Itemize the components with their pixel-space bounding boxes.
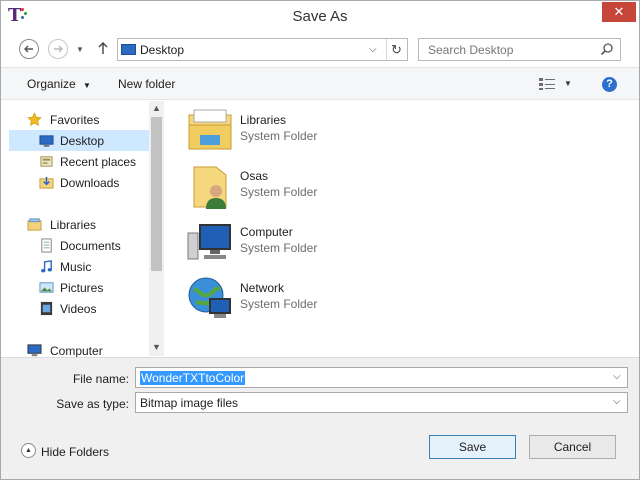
user-folder-icon (193, 166, 227, 209)
navigation-pane: Favorites Desktop Recent places Download… (1, 101, 164, 358)
list-item-libraries[interactable]: Libraries System Folder (186, 107, 386, 157)
save-type-select[interactable]: Bitmap image files ⌵ (135, 392, 628, 413)
sidebar-item-pictures[interactable]: Pictures (9, 277, 149, 298)
search-input[interactable]: Search Desktop (428, 43, 513, 57)
computer-icon (187, 224, 231, 260)
downloads-icon (39, 176, 54, 189)
toolbar: Organize ▼ New folder ▼ ? (1, 67, 639, 100)
sidebar-item-libraries[interactable]: Libraries (9, 214, 149, 235)
chevron-down-icon[interactable]: ⌵ (613, 396, 621, 407)
sidebar-item-downloads[interactable]: Downloads (9, 172, 149, 193)
navigation-bar: ▼ Desktop ⌵ ↻ Search Desktop (1, 32, 639, 66)
recent-places-icon (40, 156, 53, 167)
help-icon[interactable]: ? (602, 77, 617, 92)
scroll-down-icon[interactable]: ▼ (152, 342, 161, 352)
chevron-down-icon[interactable]: ⌵ (613, 371, 621, 382)
title-bar: T Save As ✕ (1, 1, 639, 32)
network-icon (188, 277, 231, 318)
save-button[interactable]: Save (429, 435, 516, 459)
file-name-field[interactable]: WonderTXTtoColor ⌵ (135, 367, 628, 388)
music-icon (41, 260, 52, 273)
recent-locations-chevron-icon[interactable]: ▼ (76, 45, 84, 54)
chevron-up-icon: ▲ (21, 443, 36, 458)
file-name-value[interactable]: WonderTXTtoColor (140, 371, 246, 385)
window-title: Save As (292, 8, 348, 25)
search-box[interactable]: Search Desktop (418, 38, 621, 61)
computer-icon (27, 344, 42, 357)
address-bar[interactable]: Desktop ⌵ ↻ (117, 38, 408, 61)
videos-icon (40, 301, 53, 316)
sidebar-item-favorites[interactable]: Favorites (9, 109, 149, 130)
pictures-icon (39, 282, 54, 293)
search-icon[interactable] (600, 42, 614, 56)
file-name-label: File name: (72, 372, 129, 386)
sidebar-item-desktop[interactable]: Desktop (9, 130, 149, 151)
forward-arrow-icon (54, 45, 63, 53)
sidebar-item-recent-places[interactable]: Recent places (9, 151, 149, 172)
address-text: Desktop (140, 43, 185, 57)
list-item-network[interactable]: Network System Folder (186, 275, 386, 325)
refresh-icon[interactable]: ↻ (391, 42, 402, 58)
save-form: File name: WonderTXTtoColor ⌵ Save as ty… (1, 357, 639, 479)
sidebar-scrollbar[interactable]: ▲ ▼ (149, 101, 164, 356)
new-folder-button[interactable]: New folder (118, 77, 175, 91)
documents-icon (41, 238, 52, 253)
view-chevron-down-icon[interactable]: ▼ (564, 79, 572, 88)
sidebar-item-music[interactable]: Music (9, 256, 149, 277)
desktop-icon (39, 135, 54, 147)
chevron-down-icon: ▼ (83, 81, 91, 90)
save-as-dialog: T Save As ✕ ▼ Desktop ⌵ ↻ Search Desktop (0, 0, 640, 480)
desktop-icon (121, 44, 136, 55)
star-icon (27, 112, 42, 126)
file-list: Libraries System Folder Osas System Fold… (166, 101, 639, 356)
libraries-icon (27, 218, 42, 231)
chevron-down-icon[interactable]: ⌵ (369, 44, 377, 55)
up-arrow-icon[interactable] (97, 41, 109, 58)
list-item-computer[interactable]: Computer System Folder (186, 219, 386, 269)
back-arrow-icon (24, 45, 33, 53)
cancel-button[interactable]: Cancel (529, 435, 616, 459)
save-type-value: Bitmap image files (140, 396, 239, 410)
save-type-label: Save as type: (56, 397, 129, 411)
sidebar-item-documents[interactable]: Documents (9, 235, 149, 256)
forward-button[interactable] (48, 39, 68, 59)
organize-button[interactable]: Organize ▼ (27, 77, 91, 91)
libraries-icon (188, 109, 232, 150)
back-button[interactable] (19, 39, 39, 59)
scroll-up-icon[interactable]: ▲ (152, 103, 161, 113)
scroll-thumb[interactable] (151, 117, 162, 271)
sidebar-item-videos[interactable]: Videos (9, 298, 149, 319)
list-item-osas[interactable]: Osas System Folder (186, 163, 386, 213)
close-button[interactable]: ✕ (602, 2, 636, 22)
view-options-icon[interactable] (538, 77, 556, 91)
